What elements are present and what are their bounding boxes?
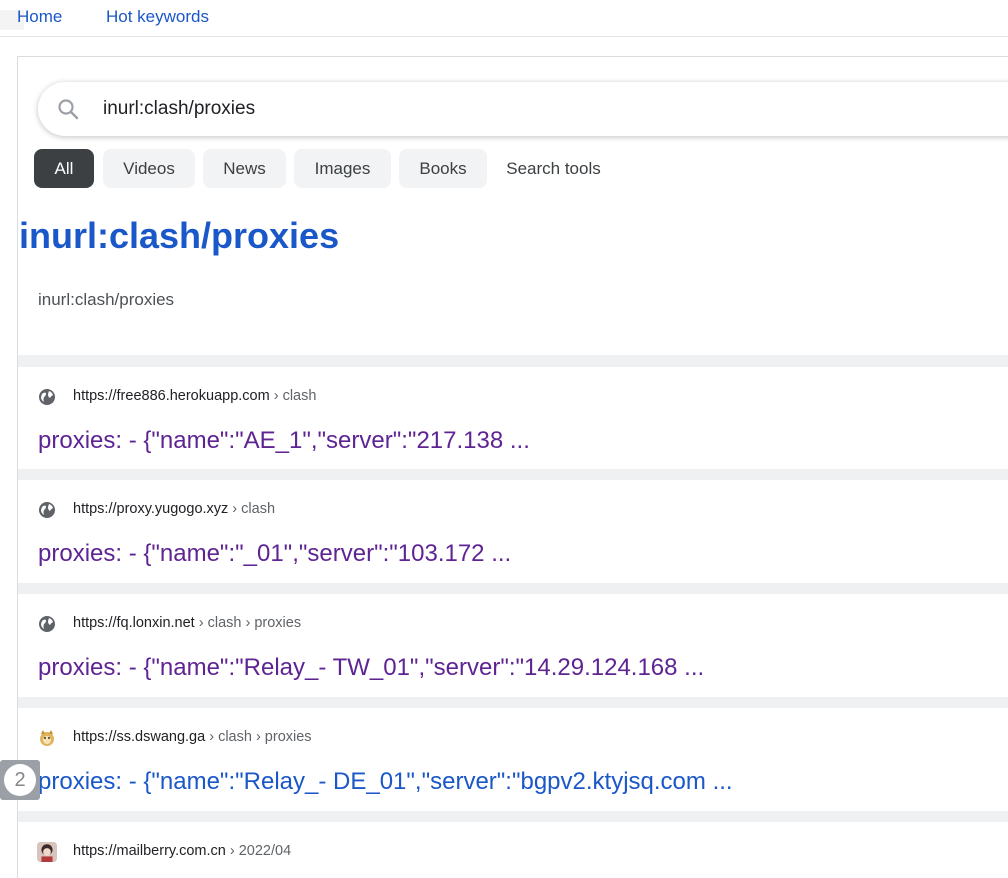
tab-videos[interactable]: Videos: [103, 149, 195, 188]
tab-books[interactable]: Books: [399, 149, 487, 188]
tab-images[interactable]: Images: [294, 149, 391, 188]
home-link[interactable]: Home: [17, 7, 62, 27]
result-url[interactable]: https://ss.dswang.ga › clash › proxies: [73, 729, 312, 745]
globe-icon: [39, 616, 55, 632]
globe-icon: [39, 389, 55, 405]
search-result: https://fq.lonxin.net › clash › proxies …: [18, 594, 1008, 697]
query-subtitle: inurl:clash/proxies: [38, 290, 175, 309]
top-nav-bar: Home Hot keywords: [0, 0, 1008, 37]
result-title-link[interactable]: proxies: - {"name":"AE_1","server":"217.…: [38, 427, 530, 455]
search-box[interactable]: inurl:clash/proxies: [38, 82, 1008, 136]
page-title: inurl:clash/proxies: [19, 215, 340, 256]
result-title-link[interactable]: proxies: - {"name":"Relay_- TW_01","serv…: [38, 654, 704, 682]
search-result: https://proxy.yugogo.xyz › clash proxies…: [18, 480, 1008, 583]
tab-search-tools[interactable]: Search tools: [495, 149, 612, 188]
result-url[interactable]: https://proxy.yugogo.xyz › clash: [73, 501, 275, 517]
result-title-link[interactable]: proxies: - {"name":"Relay_- DE_01","serv…: [38, 768, 733, 796]
page-number: 2: [4, 764, 36, 796]
tab-news[interactable]: News: [203, 149, 286, 188]
result-url[interactable]: https://mailberry.com.cn › 2022/04: [73, 843, 291, 859]
page-number-badge[interactable]: 2: [0, 760, 40, 800]
results-panel: inurl:clash/proxies All Videos News Imag…: [17, 56, 1008, 878]
avatar-icon: [37, 842, 57, 862]
result-url[interactable]: https://fq.lonxin.net › clash › proxies: [73, 615, 301, 631]
tab-all[interactable]: All: [34, 149, 94, 188]
search-input[interactable]: inurl:clash/proxies: [103, 98, 255, 120]
hot-keywords-link[interactable]: Hot keywords: [106, 7, 209, 27]
globe-icon: [39, 502, 55, 518]
doge-icon: [40, 730, 54, 746]
search-result: https://mailberry.com.cn › 2022/04: [18, 822, 1008, 878]
search-result: https://free886.herokuapp.com › clash pr…: [18, 367, 1008, 469]
result-url[interactable]: https://free886.herokuapp.com › clash: [73, 388, 316, 404]
search-result: https://ss.dswang.ga › clash › proxies p…: [18, 708, 1008, 811]
search-icon[interactable]: [56, 97, 80, 121]
result-title-link[interactable]: proxies: - {"name":"_01","server":"103.1…: [38, 540, 511, 568]
search-header: inurl:clash/proxies All Videos News Imag…: [18, 57, 1008, 355]
